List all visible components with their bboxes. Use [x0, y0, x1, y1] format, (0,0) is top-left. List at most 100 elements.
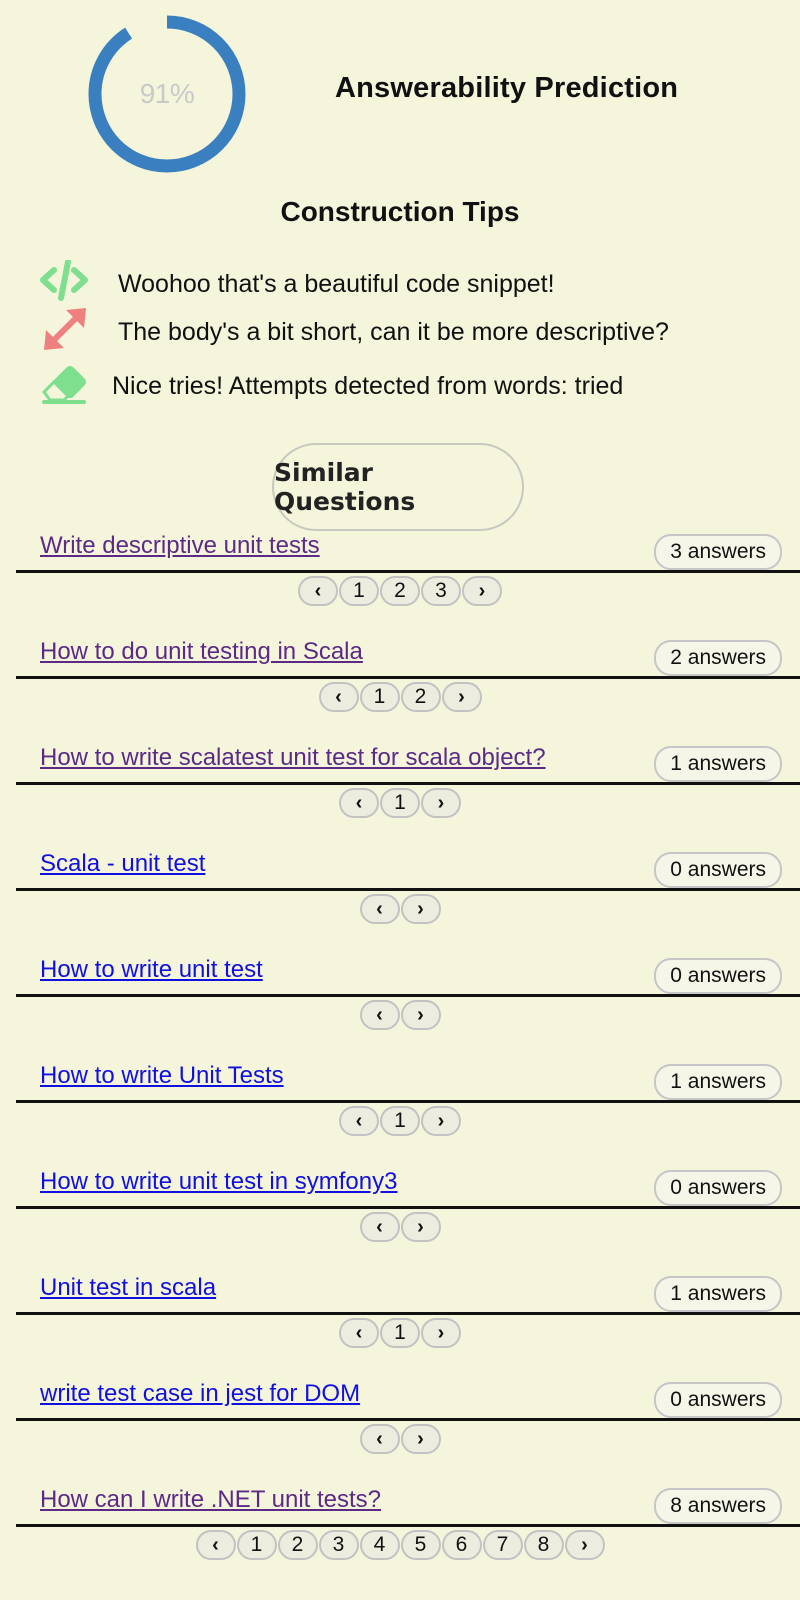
code-icon — [40, 260, 88, 301]
pager-next-button[interactable]: › — [564, 1530, 605, 1560]
pager-page-button[interactable]: 2 — [400, 682, 441, 712]
answers-pager: ‹ 1 › — [0, 788, 800, 818]
row-divider — [16, 888, 800, 891]
answers-count-badge: 8 answers — [654, 1488, 782, 1524]
question-row: How to write unit test in symfony3 0 answ… — [0, 1166, 800, 1272]
row-divider — [16, 994, 800, 997]
tip-code: Woohoo that's a beautiful code snippet! — [0, 260, 800, 310]
pager-next-button[interactable]: › — [462, 576, 502, 606]
tip-length: The body's a bit short, can it be more d… — [0, 308, 800, 358]
pager-page-button[interactable]: 1 — [380, 1318, 420, 1348]
tip-attempts: Nice tries! Attempts detected from words… — [0, 362, 800, 412]
answers-pager: ‹ 1 2 › — [0, 682, 800, 712]
question-link[interactable]: How can I write .NET unit tests? — [40, 1486, 381, 1514]
row-divider — [16, 1100, 800, 1103]
question-link[interactable]: Unit test in scala — [40, 1274, 216, 1302]
answers-pager: ‹ › — [0, 1212, 800, 1242]
question-row: How to do unit testing in Scala 2 answers… — [0, 636, 800, 742]
pager-page-button[interactable]: 6 — [441, 1530, 482, 1560]
pager-page-button[interactable]: 2 — [277, 1530, 318, 1560]
pager-page-button[interactable]: 1 — [380, 1106, 420, 1136]
answers-pager: ‹ › — [0, 894, 800, 924]
answers-count-badge: 0 answers — [654, 1382, 782, 1418]
answers-pager: ‹ › — [0, 1000, 800, 1030]
answers-count-badge: 0 answers — [654, 958, 782, 994]
pager-page-button[interactable]: 3 — [318, 1530, 359, 1560]
similar-questions-button[interactable]: Similar Questions — [272, 443, 524, 531]
pager-prev-button[interactable]: ‹ — [359, 1424, 400, 1454]
answers-count-badge: 1 answers — [654, 1064, 782, 1100]
tips-title: Construction Tips — [280, 196, 520, 227]
pager-next-button[interactable]: › — [421, 788, 461, 818]
pager-prev-button[interactable]: ‹ — [339, 788, 379, 818]
question-link[interactable]: How to do unit testing in Scala — [40, 638, 363, 666]
eraser-icon — [42, 366, 86, 404]
question-link[interactable]: How to write Unit Tests — [40, 1062, 284, 1090]
tip-text: Nice tries! Attempts detected from words… — [112, 372, 624, 400]
answers-count-badge: 1 answers — [654, 746, 782, 782]
row-divider — [16, 676, 800, 679]
row-divider — [16, 1312, 800, 1315]
answers-count-badge: 0 answers — [654, 852, 782, 888]
pager-page-button[interactable]: 8 — [523, 1530, 564, 1560]
pager-page-button[interactable]: 4 — [359, 1530, 400, 1560]
question-link[interactable]: Write descriptive unit tests — [40, 532, 320, 560]
pager-page-button[interactable]: 3 — [421, 576, 461, 606]
question-link[interactable]: How to write unit test — [40, 956, 263, 984]
row-divider — [16, 570, 800, 573]
question-row: Unit test in scala 1 answers ‹ 1 › — [0, 1272, 800, 1378]
row-divider — [16, 1206, 800, 1209]
row-divider — [16, 1418, 800, 1421]
resize-arrows-icon — [44, 308, 86, 350]
pager-page-button[interactable]: 7 — [482, 1530, 523, 1560]
pager-next-button[interactable]: › — [400, 894, 441, 924]
pager-next-button[interactable]: › — [421, 1106, 461, 1136]
pager-page-button[interactable]: 1 — [359, 682, 400, 712]
pager-next-button[interactable]: › — [400, 1424, 441, 1454]
prediction-header: 91% Answerability Prediction — [0, 0, 800, 190]
question-link[interactable]: How to write unit test in symfony3 — [40, 1168, 397, 1196]
prediction-title: Answerability Prediction — [335, 72, 679, 104]
question-row: Scala - unit test 0 answers ‹ › — [0, 848, 800, 954]
question-row: How to write Unit Tests 1 answers ‹ 1 › — [0, 1060, 800, 1166]
answers-pager: ‹ 1 › — [0, 1106, 800, 1136]
pager-page-button[interactable]: 1 — [380, 788, 420, 818]
pager-page-button[interactable]: 2 — [380, 576, 420, 606]
answers-count-badge: 3 answers — [654, 534, 782, 570]
answers-pager: ‹ 1 2 3 4 5 6 7 8 › — [0, 1530, 800, 1560]
pager-prev-button[interactable]: ‹ — [298, 576, 338, 606]
answers-pager: ‹ 1 › — [0, 1318, 800, 1348]
pager-prev-button[interactable]: ‹ — [339, 1318, 379, 1348]
pager-page-button[interactable]: 5 — [400, 1530, 441, 1560]
question-row: How to write unit test 0 answers ‹ › — [0, 954, 800, 1060]
pager-next-button[interactable]: › — [421, 1318, 461, 1348]
pager-prev-button[interactable]: ‹ — [359, 1000, 400, 1030]
question-link[interactable]: Scala - unit test — [40, 850, 205, 878]
pager-page-button[interactable]: 1 — [236, 1530, 277, 1560]
question-link[interactable]: write test case in jest for DOM — [40, 1380, 360, 1408]
pager-prev-button[interactable]: ‹ — [195, 1530, 236, 1560]
answers-pager: ‹ › — [0, 1424, 800, 1454]
answers-count-badge: 1 answers — [654, 1276, 782, 1312]
pager-next-button[interactable]: › — [400, 1000, 441, 1030]
row-divider — [16, 782, 800, 785]
pager-prev-button[interactable]: ‹ — [318, 682, 359, 712]
answers-pager: ‹ 1 2 3 › — [0, 576, 800, 606]
question-row: How can I write .NET unit tests? 8 answer… — [0, 1484, 800, 1590]
tip-text: Woohoo that's a beautiful code snippet! — [118, 270, 555, 298]
pager-prev-button[interactable]: ‹ — [359, 894, 400, 924]
pager-next-button[interactable]: › — [441, 682, 482, 712]
pager-next-button[interactable]: › — [400, 1212, 441, 1242]
pager-prev-button[interactable]: ‹ — [359, 1212, 400, 1242]
question-row: Write descriptive unit tests 3 answers ‹ 1 2… — [0, 530, 800, 636]
answers-count-badge: 0 answers — [654, 1170, 782, 1206]
answers-count-badge: 2 answers — [654, 640, 782, 676]
question-row: write test case in jest for DOM 0 answers… — [0, 1378, 800, 1484]
tip-text: The body's a bit short, can it be more d… — [118, 318, 669, 346]
question-row: How to write scalatest unit test for sca… — [0, 742, 800, 848]
question-link[interactable]: How to write scalatest unit test for sca… — [40, 744, 546, 772]
pager-prev-button[interactable]: ‹ — [339, 1106, 379, 1136]
pager-page-button[interactable]: 1 — [339, 576, 379, 606]
answerability-percent: 91% — [139, 78, 195, 109]
row-divider — [16, 1524, 800, 1527]
